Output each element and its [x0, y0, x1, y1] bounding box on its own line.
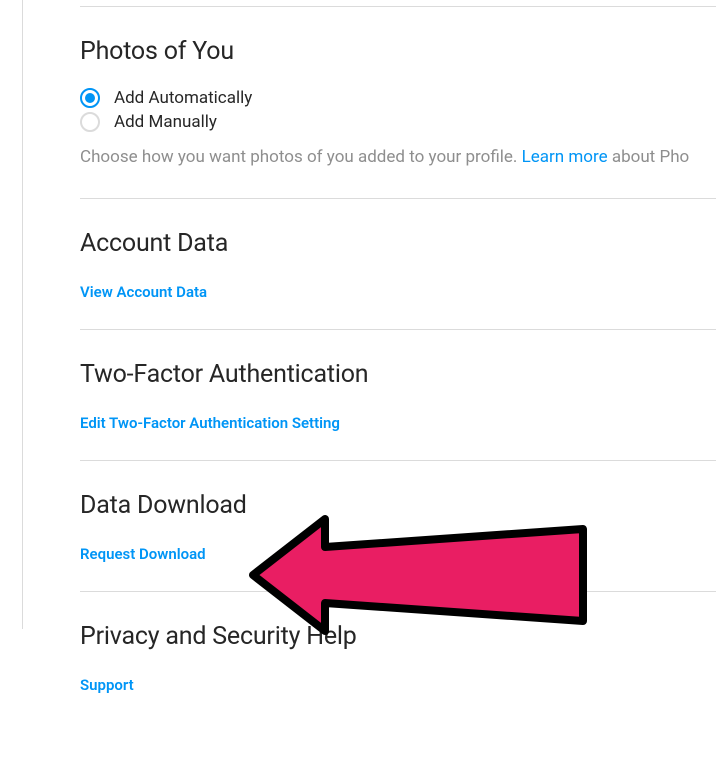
- help-text-suffix: about Pho: [608, 147, 690, 167]
- radio-icon: [80, 112, 100, 132]
- sidebar-divider: [22, 0, 23, 629]
- two-factor-heading: Two-Factor Authentication: [80, 360, 716, 389]
- privacy-help-heading: Privacy and Security Help: [80, 622, 716, 651]
- section-account-data: Account Data View Account Data: [80, 198, 716, 329]
- photos-of-you-radio-group: Add Automatically Add Manually: [80, 88, 716, 132]
- learn-more-link[interactable]: Learn more: [522, 147, 608, 167]
- data-download-heading: Data Download: [80, 491, 716, 520]
- radio-label: Add Manually: [114, 112, 217, 132]
- photos-of-you-help: Choose how you want photos of you added …: [80, 146, 716, 170]
- view-account-data-link[interactable]: View Account Data: [80, 283, 207, 301]
- edit-two-factor-link[interactable]: Edit Two-Factor Authentication Setting: [80, 414, 340, 432]
- request-download-link[interactable]: Request Download: [80, 545, 206, 563]
- section-photos-of-you: Photos of You Add Automatically Add Manu…: [80, 6, 716, 198]
- section-privacy-help: Privacy and Security Help Support: [80, 591, 716, 722]
- account-data-heading: Account Data: [80, 229, 716, 258]
- photos-of-you-heading: Photos of You: [80, 37, 716, 66]
- radio-label: Add Automatically: [114, 88, 252, 108]
- section-two-factor: Two-Factor Authentication Edit Two-Facto…: [80, 329, 716, 460]
- radio-add-manually[interactable]: Add Manually: [80, 112, 716, 132]
- settings-content: Photos of You Add Automatically Add Manu…: [80, 0, 716, 722]
- help-text-prefix: Choose how you want photos of you added …: [80, 147, 522, 167]
- radio-icon: [80, 88, 100, 108]
- section-data-download: Data Download Request Download: [80, 460, 716, 591]
- support-link[interactable]: Support: [80, 676, 134, 694]
- radio-add-automatically[interactable]: Add Automatically: [80, 88, 716, 108]
